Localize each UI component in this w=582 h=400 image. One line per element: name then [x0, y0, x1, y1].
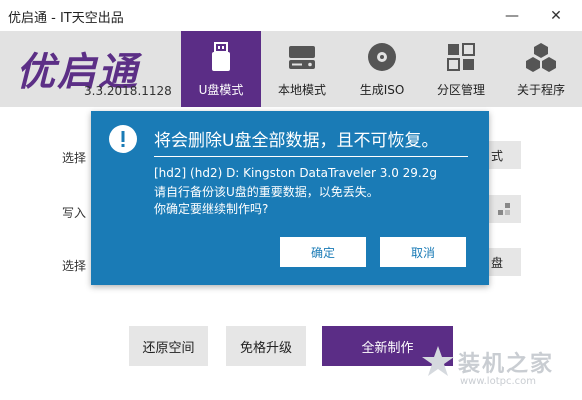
watermark: 装机之家 www.lotpc.com — [420, 340, 580, 395]
tab-partition-manager[interactable]: 分区管理 — [421, 31, 501, 107]
dialog-heading: 将会删除U盘全部数据，且不可恢复。 — [154, 131, 439, 151]
mode-select-label: 式 — [491, 148, 504, 163]
minimize-button[interactable]: — — [494, 2, 530, 29]
cubes-icon — [526, 43, 556, 72]
write-mode-label: 写入 — [62, 206, 87, 220]
window-title: 优启通 - IT天空出品 — [8, 11, 124, 26]
select-boot-label: 选择 — [62, 259, 87, 273]
watermark-url: www.lotpc.com — [460, 376, 536, 387]
minimize-icon: — — [505, 7, 519, 24]
ok-button[interactable]: 确定 — [280, 237, 366, 267]
warning-icon — [109, 125, 137, 153]
star-logo-icon — [422, 346, 454, 376]
tab-label: 本地模式 — [277, 83, 326, 97]
format-free-upgrade-button[interactable]: 免格升级 — [226, 326, 306, 366]
disk-select-button[interactable]: 盘 — [489, 248, 521, 276]
close-icon: ✕ — [550, 7, 562, 24]
select-device-label: 选择 — [62, 151, 87, 165]
tab-label: U盘模式 — [198, 83, 244, 97]
disk-select-label: 盘 — [491, 255, 504, 270]
tab-local-mode[interactable]: 本地模式 — [262, 31, 342, 107]
version-label: 3.3.2018.1128 — [84, 84, 172, 98]
mode-select-button[interactable]: 式 — [489, 141, 521, 169]
tab-about[interactable]: 关于程序 — [501, 31, 581, 107]
tab-label: 生成ISO — [359, 83, 405, 97]
header: 优启通 3.3.2018.1128 U盘模式 本地模式 生成ISO 分区管理 关… — [0, 31, 582, 107]
disc-icon — [368, 43, 396, 71]
hard-drive-icon — [289, 46, 315, 69]
watermark-text: 装机之家 — [458, 352, 555, 377]
grid-small-icon — [498, 203, 510, 215]
grid-icon — [447, 43, 475, 71]
confirm-dialog: 将会删除U盘全部数据，且不可恢复。 [hd2] (hd2) D: Kingsto… — [91, 111, 489, 285]
confirm-question-text: 你确定要继续制作吗? — [154, 202, 269, 216]
cancel-button[interactable]: 取消 — [380, 237, 466, 267]
dialog-divider — [154, 156, 468, 157]
close-button[interactable]: ✕ — [538, 2, 574, 29]
tab-generate-iso[interactable]: 生成ISO — [342, 31, 422, 107]
usb-drive-icon — [212, 42, 230, 71]
title-bar: 优启通 - IT天空出品 — ✕ — [0, 0, 582, 31]
restore-space-button[interactable]: 还原空间 — [129, 326, 208, 366]
tab-u-disk-mode[interactable]: U盘模式 — [181, 31, 261, 107]
tab-label: 关于程序 — [516, 83, 565, 97]
settings-button[interactable] — [489, 195, 521, 223]
device-info-text: [hd2] (hd2) D: Kingston DataTraveler 3.0… — [154, 166, 438, 180]
backup-warning-text: 请自行备份该U盘的重要数据，以免丢失。 — [154, 185, 379, 199]
tab-label: 分区管理 — [436, 83, 485, 97]
